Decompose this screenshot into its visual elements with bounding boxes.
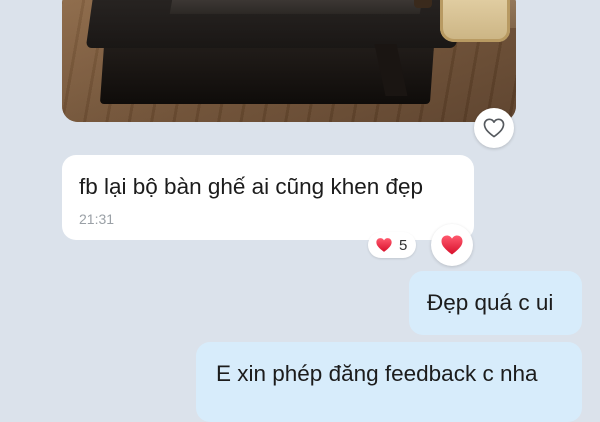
photo-lamp [414,0,432,8]
reaction-summary[interactable]: 5 [368,232,417,258]
chat-conversation: fb lại bộ bàn ghế ai cũng khen đẹp 21:31… [0,0,600,422]
heart-outline-icon [483,118,505,138]
photo-sofa-cushion [169,0,425,14]
my-reaction-button[interactable] [431,224,473,266]
sent-message[interactable]: E xin phép đăng feedback c nha [196,342,582,422]
heart-filled-icon [376,238,392,252]
sent-message-text: Đẹp quá c ui [427,290,554,315]
photo-like-button[interactable] [474,108,514,148]
photo-armchair [440,0,510,42]
received-message-text: fb lại bộ bàn ghế ai cũng khen đẹp [79,174,424,199]
heart-filled-icon [441,235,463,255]
message-timestamp: 21:31 [79,211,115,227]
reaction-count: 5 [399,236,408,254]
received-message[interactable]: fb lại bộ bàn ghế ai cũng khen đẹp 21:31 [62,155,474,240]
photo-message[interactable] [62,0,516,122]
sent-message-text: E xin phép đăng feedback c nha [216,361,538,386]
sent-message[interactable]: Đẹp quá c ui [409,271,582,335]
